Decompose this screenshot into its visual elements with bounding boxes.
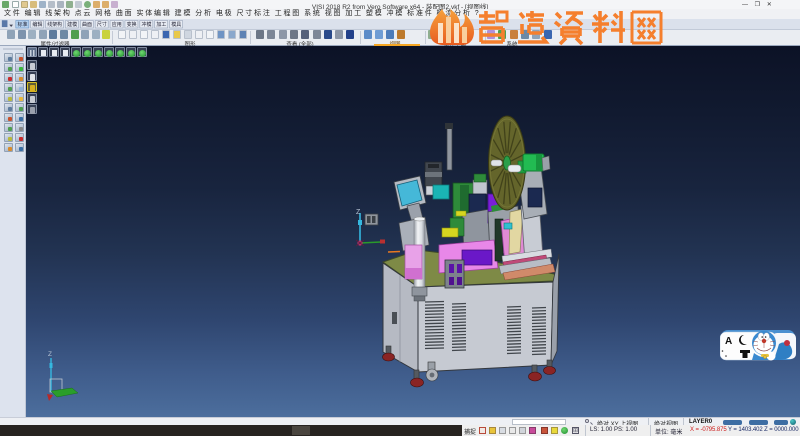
- svg-text:A: A: [725, 336, 732, 347]
- svg-text:Z: Z: [48, 351, 52, 358]
- svg-text:Z: Z: [356, 209, 361, 216]
